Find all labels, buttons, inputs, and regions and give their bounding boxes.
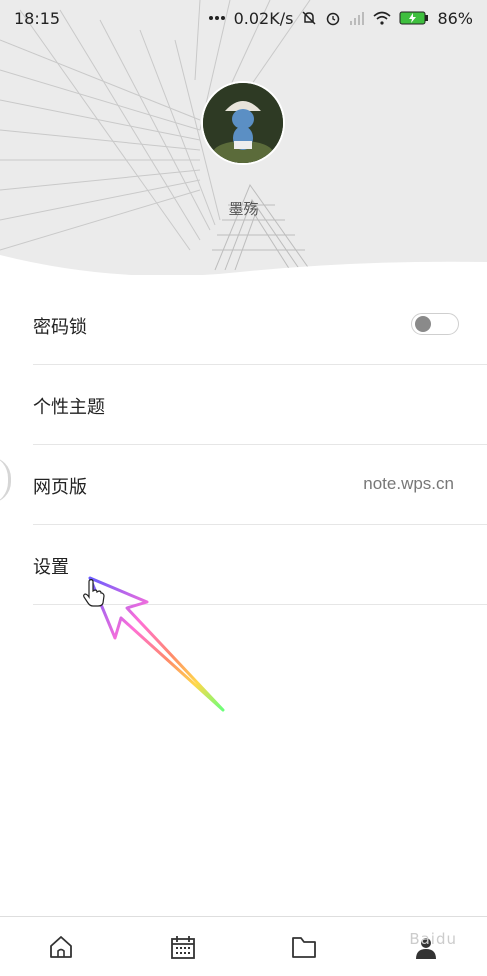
list-item-label: 密码锁	[33, 317, 87, 338]
list-item-theme[interactable]: 个性主题	[33, 365, 487, 445]
mute-bell-icon	[301, 10, 317, 26]
network-speed: 0.02K/s	[233, 8, 294, 28]
battery-charging-icon	[399, 11, 429, 25]
username: 墨殇	[228, 200, 259, 218]
list-item-label: 设置	[33, 557, 69, 578]
list-item-label: 个性主题	[33, 397, 105, 418]
more-dots-icon	[208, 15, 226, 21]
toggle-knob	[415, 316, 431, 332]
signal-icon	[349, 11, 365, 25]
nav-home[interactable]	[0, 917, 122, 976]
nav-calendar[interactable]	[122, 917, 244, 976]
battery-percent: 86%	[437, 8, 473, 28]
web-version-url: note.wps.cn	[363, 474, 454, 493]
list-item-password-lock[interactable]: 密码锁	[33, 285, 487, 365]
folder-icon	[292, 936, 317, 958]
status-time: 18:15	[14, 8, 61, 28]
hand-cursor-icon	[83, 579, 105, 607]
nav-folder[interactable]	[244, 917, 366, 976]
settings-list: 密码锁 个性主题 网页版 note.wps.cn 设置	[0, 285, 487, 605]
calendar-icon	[170, 935, 195, 959]
profile-header: 18:15 0.02K/s 86% 墨殇	[0, 0, 487, 275]
list-item-label: 网页版	[33, 477, 87, 498]
wifi-icon	[373, 11, 391, 25]
watermark: Baidu	[409, 930, 457, 948]
avatar-image	[203, 83, 283, 163]
alarm-icon	[325, 10, 341, 26]
avatar[interactable]	[201, 81, 285, 165]
status-bar: 18:15 0.02K/s 86%	[0, 0, 487, 36]
list-item-web-version[interactable]: 网页版 note.wps.cn	[33, 445, 487, 525]
password-lock-toggle[interactable]	[411, 313, 459, 335]
home-icon	[49, 935, 72, 958]
status-icons: 0.02K/s 86%	[208, 9, 473, 28]
